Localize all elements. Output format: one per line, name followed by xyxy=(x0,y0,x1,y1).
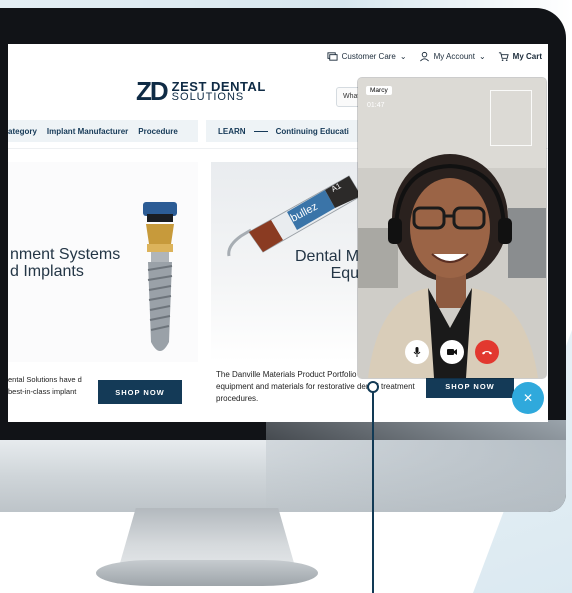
callout-dot xyxy=(367,381,379,393)
mute-button[interactable] xyxy=(405,340,429,364)
monitor-stand-base xyxy=(96,560,318,586)
user-icon xyxy=(419,51,429,61)
monitor-chin xyxy=(0,440,566,512)
card-title-line-1: nment Systems xyxy=(10,246,121,263)
website-screen: Customer Care ⌄ My Account ⌄ My Cart ZD … xyxy=(8,44,548,422)
camera-toggle-button[interactable] xyxy=(440,340,464,364)
my-account-menu[interactable]: My Account ⌄ xyxy=(419,51,486,62)
card-title-line-1: Dental M xyxy=(295,248,360,265)
end-call-button[interactable] xyxy=(475,340,499,364)
self-view-preview xyxy=(490,90,532,146)
nav-item-procedure[interactable]: Procedure xyxy=(138,127,178,136)
call-timer: 01:47 xyxy=(367,102,385,109)
logo-line-1: ZEST DENTAL xyxy=(171,78,266,94)
chevron-down-icon: ⌄ xyxy=(399,51,407,61)
nav-item-continuing-education[interactable]: Continuing Educati xyxy=(276,127,349,136)
nav-separator xyxy=(253,130,268,132)
callout-line xyxy=(372,386,374,593)
chat-icon xyxy=(327,51,338,61)
my-cart-link[interactable]: My Cart xyxy=(498,51,542,62)
site-logo[interactable]: ZD ZEST DENTAL SOLUTIONS xyxy=(136,76,266,107)
video-camera-icon xyxy=(447,349,457,355)
dental-implant-image xyxy=(143,202,177,351)
card-description-implants: ental Solutions have d best-in-class imp… xyxy=(8,375,82,396)
product-card-implants: nment Systems d Implants xyxy=(8,162,198,362)
shop-now-button[interactable]: SHOP NOW xyxy=(98,380,182,404)
logo-mark: ZD xyxy=(136,76,169,106)
secondary-nav: LEARN Continuing Educati xyxy=(206,120,366,142)
close-icon: ✕ xyxy=(522,391,534,405)
my-cart-label: My Cart xyxy=(512,51,542,61)
cart-icon xyxy=(498,51,509,61)
card-title-line-2: Equ xyxy=(330,265,360,282)
chevron-down-icon: ⌄ xyxy=(478,51,486,61)
customer-care-menu[interactable]: Customer Care ⌄ xyxy=(327,51,407,62)
caller-name-tag: Marcy xyxy=(366,86,392,95)
utility-bar: Customer Care ⌄ My Account ⌄ My Cart xyxy=(327,48,542,64)
video-call-window: Marcy 01:47 xyxy=(358,78,546,378)
product-card-materials: bullez A1 Dental M Equ xyxy=(211,162,366,362)
main-nav: ategory Implant Manufacturer Procedure xyxy=(8,120,198,142)
nav-item-learn[interactable]: LEARN xyxy=(218,127,246,136)
customer-care-label: Customer Care xyxy=(341,51,396,61)
my-account-label: My Account xyxy=(433,51,475,61)
monitor: Customer Care ⌄ My Account ⌄ My Cart ZD … xyxy=(0,8,566,512)
chat-close-button[interactable]: ✕ xyxy=(512,382,544,414)
nav-item-implant-manufacturer[interactable]: Implant Manufacturer xyxy=(47,127,128,136)
hang-up-icon xyxy=(482,351,492,355)
card-title-line-2: d Implants xyxy=(10,263,84,280)
nav-item-category[interactable]: ategory xyxy=(8,127,37,136)
logo-line-2: SOLUTIONS xyxy=(171,90,245,103)
microphone-icon xyxy=(413,347,421,357)
